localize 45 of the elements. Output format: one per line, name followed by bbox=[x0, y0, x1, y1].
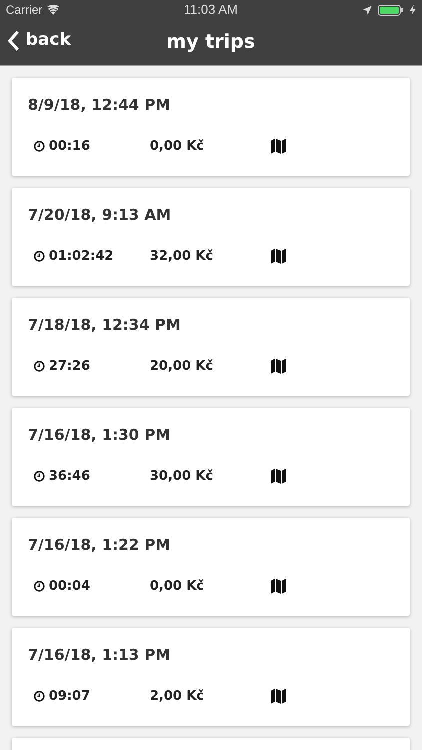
trip-date: 7/18/18, 12:34 PM bbox=[28, 315, 181, 336]
trip-price: 32,00 Kč bbox=[150, 248, 214, 266]
map-icon[interactable] bbox=[271, 688, 286, 704]
clock-icon bbox=[34, 360, 45, 372]
trip-price: 0,00 Kč bbox=[150, 138, 206, 156]
trip-price: 0,00 Kč bbox=[150, 578, 206, 596]
clock-icon bbox=[34, 580, 45, 592]
trip-price: 2,00 Kč bbox=[150, 688, 206, 706]
back-button[interactable]: back bbox=[8, 28, 72, 54]
charging-bolt-icon bbox=[410, 5, 416, 15]
trip-price: 20,00 Kč bbox=[150, 358, 214, 376]
trip-duration: 00:16 bbox=[49, 138, 90, 156]
clock-icon bbox=[34, 250, 45, 262]
trip-card[interactable]: 7/16/18, 1:13 PM 09:07 2,00 Kč bbox=[12, 628, 410, 726]
trip-card[interactable]: 7/18/18, 12:34 PM 27:26 20,00 Kč bbox=[12, 298, 410, 396]
map-icon[interactable] bbox=[271, 358, 286, 374]
map-icon[interactable] bbox=[271, 578, 286, 594]
status-time: 11:03 AM bbox=[184, 1, 238, 20]
trip-date: 7/16/18, 1:22 PM bbox=[28, 535, 171, 556]
wifi-icon bbox=[46, 5, 60, 15]
trip-card[interactable]: 8/9/18, 12:44 PM 00:16 0,00 Kč bbox=[12, 78, 410, 176]
trip-card[interactable]: 7/16/18, 1:30 PM 36:46 30,00 Kč bbox=[12, 408, 410, 506]
map-icon[interactable] bbox=[271, 248, 286, 264]
trip-price: 30,00 Kč bbox=[150, 468, 214, 486]
chevron-left-icon bbox=[8, 30, 20, 52]
screen-title: my trips bbox=[166, 30, 256, 56]
trip-duration: 09:07 bbox=[49, 688, 90, 706]
trip-card[interactable]: 7/16/18, 1:22 PM 00:04 0,00 Kč bbox=[12, 518, 410, 616]
trip-duration: 36:46 bbox=[49, 468, 90, 486]
trip-duration: 27:26 bbox=[49, 358, 90, 376]
battery-icon bbox=[378, 4, 404, 16]
map-icon[interactable] bbox=[271, 138, 286, 154]
trip-card[interactable]: 7/20/18, 9:13 AM 01:02:42 32,00 Kč bbox=[12, 188, 410, 286]
location-arrow-icon bbox=[363, 6, 372, 14]
clock-icon bbox=[34, 140, 45, 152]
trip-date: 7/20/18, 9:13 AM bbox=[28, 205, 172, 226]
trip-duration: 01:02:42 bbox=[49, 248, 114, 266]
trip-duration: 00:04 bbox=[49, 578, 90, 596]
trip-date: 7/16/18, 1:13 PM bbox=[28, 645, 171, 666]
clock-icon bbox=[34, 690, 45, 702]
trip-date: 8/9/18, 12:44 PM bbox=[28, 95, 171, 116]
clock-icon bbox=[34, 470, 45, 482]
map-icon[interactable] bbox=[271, 468, 286, 484]
trip-date: 7/16/18, 1:30 PM bbox=[28, 425, 171, 446]
carrier-label: Carrier bbox=[6, 2, 43, 19]
